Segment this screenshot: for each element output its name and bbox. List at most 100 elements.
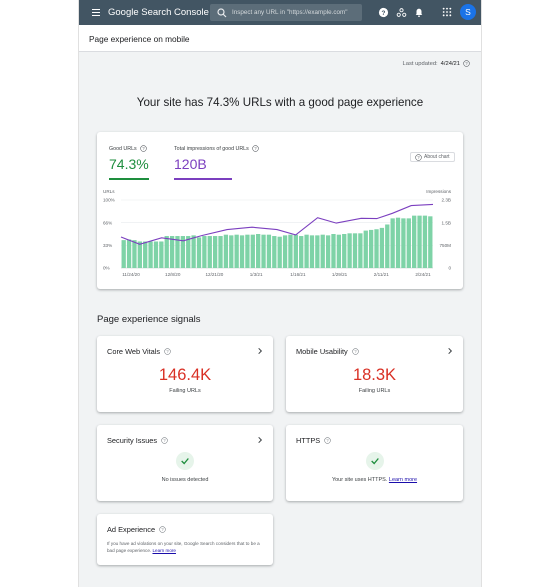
help-circle-icon[interactable]: ? <box>352 348 359 355</box>
help-circle-icon: ? <box>415 153 422 161</box>
product-logo[interactable]: Google Search Console <box>108 7 209 18</box>
x-tick-label: 2/24/21 <box>415 272 431 277</box>
help-circle-icon[interactable]: ? <box>139 145 147 152</box>
good-urls-bar <box>191 235 196 268</box>
search-input[interactable] <box>232 9 358 16</box>
security-issues-card[interactable]: Security Issues ? No issues detected <box>97 425 273 501</box>
x-tick-label: 12/8/20 <box>165 272 181 277</box>
good-urls-bar <box>358 233 363 268</box>
good-urls-bar <box>245 234 250 268</box>
chevron-right-icon[interactable] <box>256 436 264 444</box>
good-urls-label: Good URLs <box>109 145 137 152</box>
svg-text:?: ? <box>163 438 166 443</box>
right-tick-label: 0 <box>448 266 451 271</box>
svg-text:?: ? <box>465 61 468 66</box>
brand-google: Google <box>108 7 139 18</box>
menu-icon[interactable] <box>87 0 105 25</box>
about-chart-label: About chart <box>424 154 450 160</box>
url-inspection-search[interactable] <box>210 4 362 21</box>
good-urls-bar <box>315 235 320 268</box>
good-urls-bar <box>234 234 239 268</box>
ad-experience-title: Ad Experience <box>107 525 156 534</box>
core-web-vitals-card[interactable]: Core Web Vitals ? 146.4K Failing URLs <box>97 336 273 412</box>
good-urls-bar <box>304 234 309 268</box>
account-avatar[interactable]: S <box>460 4 476 20</box>
svg-text:?: ? <box>417 154 420 159</box>
good-urls-bar <box>299 236 304 268</box>
cwv-failing-label: Failing URLs <box>169 388 201 394</box>
apps-grid-icon[interactable] <box>441 6 453 18</box>
good-urls-bar <box>342 234 347 268</box>
good-urls-bar <box>164 236 169 268</box>
good-urls-bar <box>277 236 282 268</box>
mobile-failing-label: Failing URLs <box>358 388 391 394</box>
about-chart-button[interactable]: ? About chart <box>410 152 455 162</box>
good-urls-bar <box>186 236 191 268</box>
ad-learn-more-link[interactable]: Learn more <box>152 548 176 553</box>
good-urls-bar <box>212 236 218 268</box>
left-tick-label: 0% <box>103 266 110 271</box>
help-icon[interactable]: ? <box>377 6 389 18</box>
https-learn-more-link[interactable]: Learn more <box>389 477 417 483</box>
good-urls-bar <box>256 234 261 268</box>
left-axis-title: URLs <box>103 189 115 194</box>
good-urls-bar <box>202 236 207 268</box>
good-urls-bar <box>261 234 266 268</box>
page-title: Page experience on mobile <box>89 34 190 44</box>
notifications-bell-icon[interactable] <box>413 6 425 18</box>
good-urls-impressions-chart: URLs Impressions 100% 2.3B 66% 1.5B 33% 750M 0% 0… <box>103 189 452 277</box>
last-updated-value: 4/24/21 <box>440 60 460 67</box>
help-circle-icon[interactable]: ? <box>463 60 470 67</box>
good-urls-bar <box>266 234 272 268</box>
app-frame: Google Search Console ? S Page experienc… <box>79 0 481 587</box>
https-status: Your site uses HTTPS. Learn more <box>286 477 463 483</box>
good-urls-value: 74.3% <box>109 156 149 172</box>
cwv-title: Core Web Vitals <box>107 347 161 356</box>
help-circle-icon[interactable]: ? <box>252 145 259 152</box>
good-urls-bar <box>272 236 277 268</box>
good-urls-bar <box>239 235 245 268</box>
good-urls-bar <box>379 227 385 268</box>
mobile-usability-card[interactable]: Mobile Usability ? 18.3K Failing URLs <box>286 336 463 412</box>
good-urls-bar <box>218 236 223 268</box>
svg-text:?: ? <box>381 9 385 16</box>
good-urls-bar <box>153 241 159 268</box>
good-urls-bar <box>320 234 325 268</box>
security-status: No issues detected <box>161 477 209 483</box>
search-icon <box>217 7 227 17</box>
help-circle-icon[interactable]: ? <box>159 526 166 533</box>
good-urls-bar <box>223 234 229 268</box>
https-title: HTTPS <box>296 436 321 445</box>
ad-experience-desc-text: If you have ad violations on your site, … <box>107 541 260 553</box>
right-axis-title: Impressions <box>426 189 451 194</box>
x-tick-label: 1/29/21 <box>332 272 348 277</box>
x-tick-label: 1/3/21 <box>250 272 263 277</box>
good-urls-bar <box>406 218 411 268</box>
svg-text:?: ? <box>142 146 145 151</box>
people-icon[interactable] <box>395 6 407 18</box>
chevron-right-icon[interactable] <box>446 347 454 355</box>
good-urls-bar <box>374 229 379 268</box>
mobile-failing-count: 18.3K <box>352 366 397 384</box>
chevron-right-icon[interactable] <box>256 347 264 355</box>
signals-section-title: Page experience signals <box>97 314 201 325</box>
impressions-value: 120B <box>174 156 207 172</box>
svg-text:?: ? <box>167 349 170 354</box>
top-app-bar: Google Search Console ? S <box>79 0 481 25</box>
help-circle-icon[interactable]: ? <box>324 437 331 444</box>
check-circle-icon <box>176 452 194 470</box>
x-tick-label: 12/21/20 <box>205 272 223 277</box>
last-updated-label: Last updated: <box>402 60 438 67</box>
cwv-failing-count: 146.4K <box>158 366 212 384</box>
good-urls-bar <box>159 241 164 268</box>
svg-text:?: ? <box>327 438 330 443</box>
help-circle-icon[interactable]: ? <box>161 437 168 444</box>
good-urls-bar <box>207 236 212 268</box>
good-urls-bar <box>422 215 428 268</box>
good-urls-bar <box>293 234 298 268</box>
good-urls-metric[interactable]: Good URLs ? 74.3% <box>109 145 149 172</box>
check-circle-icon <box>365 452 384 470</box>
x-tick-label: 11/24/20 <box>122 272 140 277</box>
impressions-metric[interactable]: Total impressions of good URLs ? 120B <box>174 145 259 172</box>
help-circle-icon[interactable]: ? <box>164 348 171 355</box>
